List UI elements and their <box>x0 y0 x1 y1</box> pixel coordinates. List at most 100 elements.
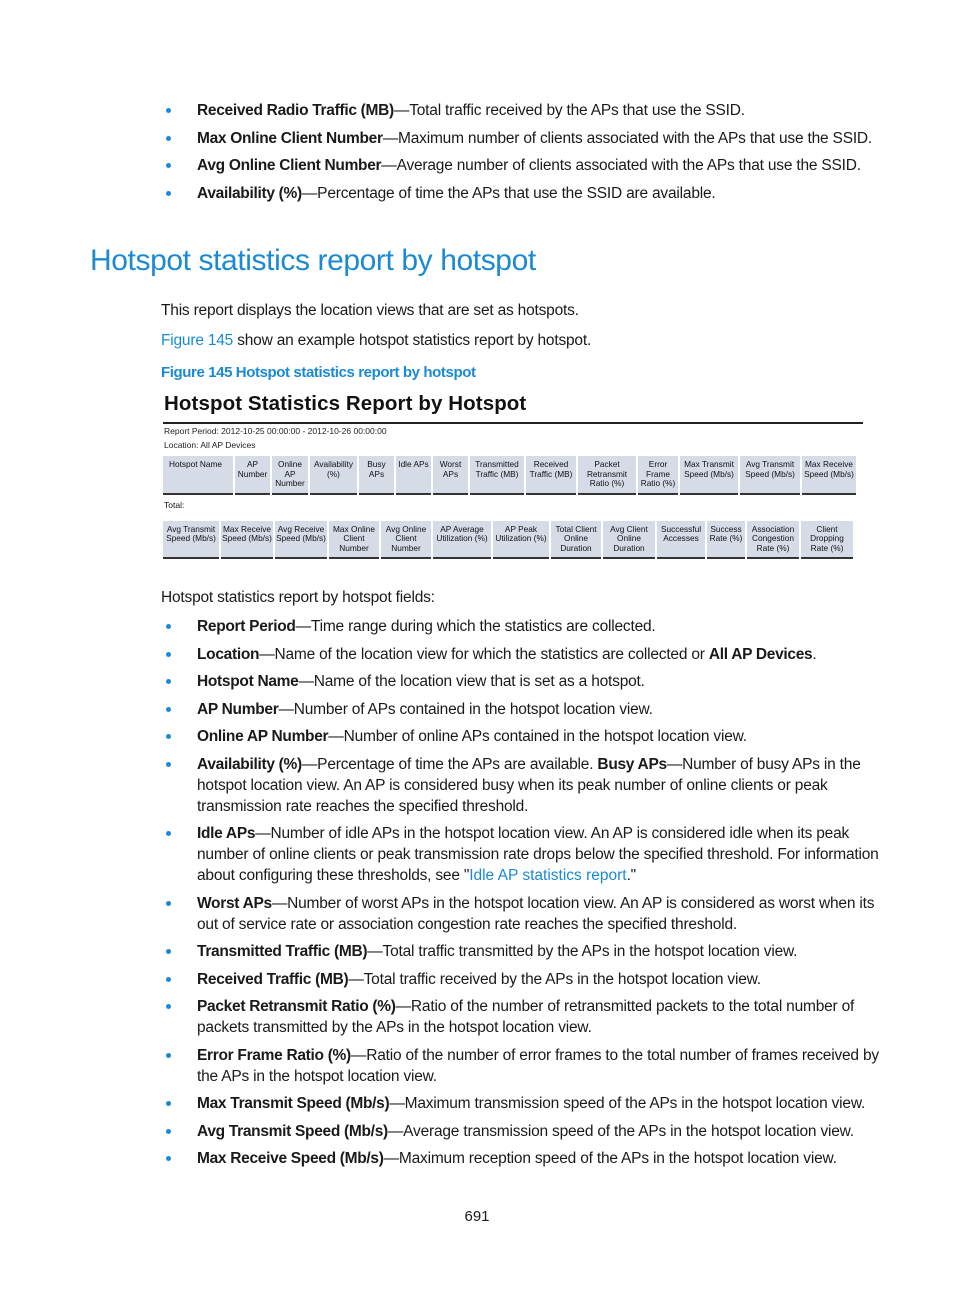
field-desc: —Number of worst APs in the hotspot loca… <box>197 894 875 933</box>
field-term: Avg Online Client Number <box>197 157 382 174</box>
column-header: Max Receive Speed (Mb/s) <box>221 520 273 559</box>
field-term: Max Receive Speed (Mb/s) <box>197 1150 384 1167</box>
field-term: Idle APs <box>197 825 256 842</box>
field-desc-tail: ." <box>626 867 637 884</box>
field-term: Packet Retransmit Ratio (%) <box>197 998 396 1015</box>
field-term: Availability (%) <box>197 184 302 202</box>
list-item: Availability (%)—Percentage of time the … <box>160 754 880 817</box>
field-desc: —Total traffic received by the APs in th… <box>348 970 761 988</box>
field-definition-list: Report Period—Time range during which th… <box>160 616 880 1176</box>
field-desc: —Maximum reception speed of the APs in t… <box>383 1150 837 1167</box>
field-desc: —Maximum transmission speed of the APs i… <box>389 1095 866 1112</box>
page-number: 691 <box>464 1208 490 1225</box>
list-item: Transmitted Traffic (MB)—Total traffic t… <box>160 941 880 962</box>
report-title: Hotspot Statistics Report by Hotspot <box>164 392 527 415</box>
bullet-icon <box>166 108 171 113</box>
field-term: Error Frame Ratio (%) <box>197 1046 351 1064</box>
bullet-icon <box>166 1004 171 1009</box>
list-item: Avg Transmit Speed (Mb/s)—Average transm… <box>160 1121 880 1142</box>
field-desc: —Total traffic transmitted by the APs in… <box>367 943 798 960</box>
list-item: Max Receive Speed (Mb/s)—Maximum recepti… <box>160 1148 880 1169</box>
column-header: Avg Transmit Speed (Mb/s) <box>740 456 800 495</box>
table-header-row: Hotspot Name AP Number Online AP Number … <box>163 456 856 495</box>
field-desc: —Percentage of time the APs that use the… <box>301 184 716 202</box>
field-desc: —Time range during which the statistics … <box>295 618 656 635</box>
field-term: Received Traffic (MB) <box>197 970 349 988</box>
column-header: AP Number <box>235 456 270 495</box>
figure-reference-text: show an example hotspot statistics repor… <box>233 332 592 349</box>
list-item: Packet Retransmit Ratio (%)—Ratio of the… <box>160 996 880 1038</box>
figure-link[interactable]: Figure 145 <box>161 332 233 349</box>
total-row-label: Total: <box>164 499 185 510</box>
column-header: Worst APs <box>433 456 468 495</box>
bullet-icon <box>166 734 171 739</box>
column-header: Max Receive Speed (Mb/s) <box>802 456 856 495</box>
field-desc: —Name of the location view for which the… <box>259 645 709 663</box>
column-header: Busy APs <box>359 456 394 495</box>
bullet-icon <box>166 949 171 954</box>
field-desc: —Average transmission speed of the APs i… <box>387 1122 854 1140</box>
list-item: Idle APs—Number of idle APs in the hotsp… <box>160 823 880 886</box>
bullet-icon <box>166 1101 171 1106</box>
field-desc: —Name of the location view that is set a… <box>298 673 645 690</box>
bullet-icon <box>166 1052 171 1058</box>
field-desc: —Average number of clients associated wi… <box>381 157 861 174</box>
field-desc: —Maximum number of clients associated wi… <box>382 129 873 147</box>
list-item: Online AP Number—Number of online APs co… <box>160 726 880 747</box>
column-header: Availability (%) <box>310 456 357 495</box>
column-header: Client Dropping Rate (%) <box>801 520 853 559</box>
bullet-icon <box>166 1156 171 1161</box>
list-item: Received Traffic (MB)—Total traffic rece… <box>160 969 880 990</box>
bullet-icon <box>166 651 171 657</box>
bullet-icon <box>166 706 171 712</box>
report-location: Location: All AP Devices <box>164 440 256 450</box>
field-desc: —Number of online APs contained in the h… <box>328 728 747 745</box>
column-header: Association Congestion Rate (%) <box>747 520 799 559</box>
field-term-inline: All AP Devices <box>708 645 813 663</box>
list-item: Hotspot Name—Name of the location view t… <box>160 671 880 692</box>
field-term: Received Radio Traffic (MB) <box>197 102 394 119</box>
column-header: Hotspot Name <box>163 456 233 495</box>
field-term: Location <box>197 645 260 663</box>
column-header: Error Frame Ratio (%) <box>638 456 678 495</box>
field-desc: —Percentage of time the APs are availabl… <box>301 755 598 773</box>
field-desc: —Total traffic received by the APs that … <box>393 102 745 119</box>
field-term-inline: Busy APs <box>597 755 667 773</box>
bullet-icon <box>166 135 171 141</box>
field-term: Max Online Client Number <box>197 129 383 147</box>
column-header: Avg Transmit Speed (Mb/s) <box>163 520 219 559</box>
column-header: Max Transmit Speed (Mb/s) <box>680 456 738 495</box>
bullet-icon <box>166 190 171 196</box>
report-table-2: Avg Transmit Speed (Mb/s) Max Receive Sp… <box>161 520 855 559</box>
figure-caption: Figure 145 Hotspot statistics report by … <box>161 364 476 381</box>
column-header: Online AP Number <box>272 456 308 495</box>
bullet-icon <box>166 679 171 684</box>
field-desc: —Number of APs contained in the hotspot … <box>278 700 653 718</box>
list-item: Error Frame Ratio (%)—Ratio of the numbe… <box>160 1045 880 1087</box>
bullet-icon <box>166 831 171 836</box>
bullet-icon <box>166 976 171 982</box>
list-item: Max Transmit Speed (Mb/s)—Maximum transm… <box>160 1093 880 1114</box>
report-table-1: Hotspot Name AP Number Online AP Number … <box>161 456 858 495</box>
list-item: Report Period—Time range during which th… <box>160 616 880 637</box>
intro-paragraph: This report displays the location views … <box>161 302 579 319</box>
field-term: Worst APs <box>197 894 272 912</box>
field-term: Transmitted Traffic (MB) <box>197 943 368 960</box>
list-item: AP Number—Number of APs contained in the… <box>160 699 880 720</box>
table-header-row: Avg Transmit Speed (Mb/s) Max Receive Sp… <box>163 520 853 559</box>
column-header: Max Online Client Number <box>329 520 379 559</box>
column-header: Avg Online Client Number <box>381 520 431 559</box>
list-item: Worst APs—Number of worst APs in the hot… <box>160 893 880 935</box>
bullet-icon <box>166 624 171 629</box>
column-header: Transmitted Traffic (MB) <box>470 456 524 495</box>
idle-ap-report-link[interactable]: Idle AP statistics report <box>469 867 626 884</box>
section-title: Hotspot statistics report by hotspot <box>90 244 536 277</box>
list-item: Received Radio Traffic (MB)—Total traffi… <box>160 100 880 121</box>
column-header: Successful Accesses <box>657 520 705 559</box>
column-header: Total Client Online Duration <box>551 520 601 559</box>
field-term: Online AP Number <box>197 728 329 745</box>
bullet-icon <box>166 900 171 906</box>
column-header: Idle APs <box>396 456 431 495</box>
column-header: Avg Client Online Duration <box>603 520 655 559</box>
report-period: Report Period: 2012-10-25 00:00:00 - 201… <box>164 426 387 436</box>
